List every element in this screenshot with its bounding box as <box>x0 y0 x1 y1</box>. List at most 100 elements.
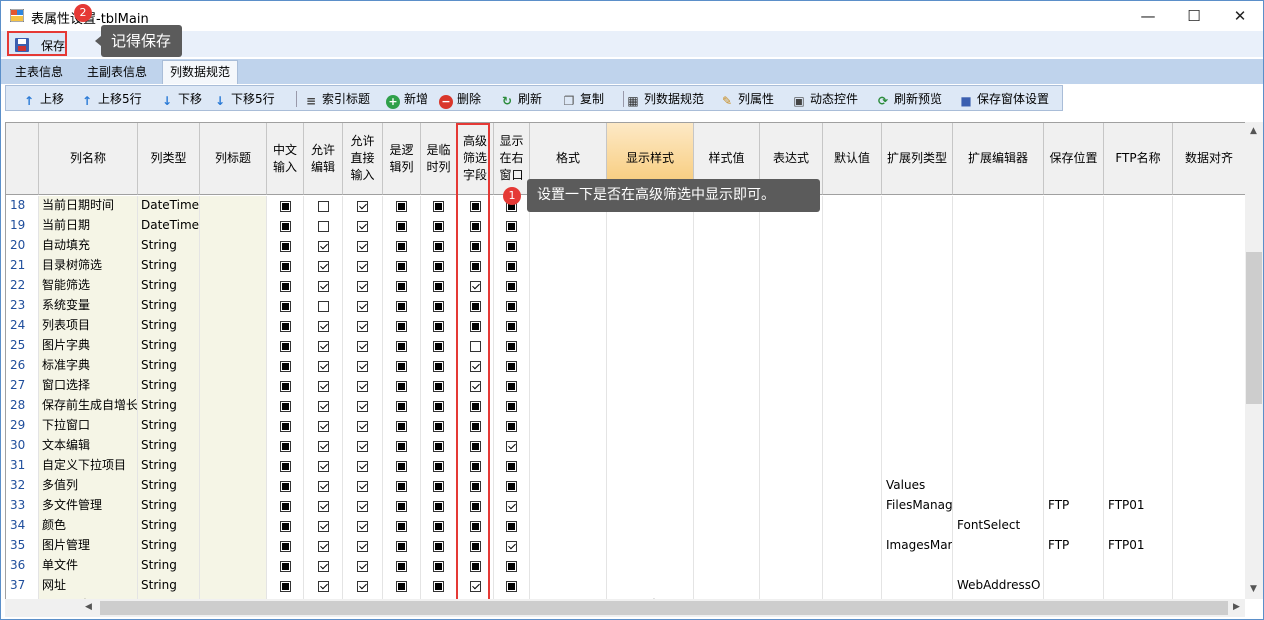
toolbar-button-4[interactable]: ↓ 下移5行 <box>213 90 275 108</box>
style-value-cell[interactable] <box>694 436 760 456</box>
column-header-7[interactable]: 是逻 辑列 <box>383 123 421 195</box>
column-name-cell[interactable]: 目录树筛选 <box>39 256 138 276</box>
column-title-cell[interactable] <box>200 476 267 496</box>
data-align-cell[interactable] <box>1173 576 1245 596</box>
checkbox[interactable] <box>506 520 517 532</box>
table-row[interactable]: 30 文本编辑 String <box>6 436 1245 456</box>
checkbox[interactable] <box>279 400 291 412</box>
checkbox[interactable] <box>279 260 291 272</box>
style-value-cell[interactable] <box>694 576 760 596</box>
format-cell[interactable] <box>530 396 607 416</box>
expression-cell[interactable] <box>760 536 823 556</box>
display-style-cell[interactable] <box>607 436 694 456</box>
ext-column-type-cell[interactable] <box>882 556 953 576</box>
ext-editor-cell[interactable] <box>953 256 1044 276</box>
checkbox[interactable] <box>469 540 481 552</box>
column-header-1[interactable]: 列名称 <box>39 123 138 195</box>
format-cell[interactable] <box>530 536 607 556</box>
checkbox-cell[interactable] <box>457 316 494 336</box>
checkbox[interactable] <box>433 400 444 412</box>
default-value-cell[interactable] <box>823 276 882 296</box>
column-header-15[interactable]: 默认值 <box>823 123 882 195</box>
column-type-cell[interactable]: String <box>138 456 200 476</box>
ext-editor-cell[interactable] <box>953 236 1044 256</box>
checkbox-cell[interactable] <box>421 216 457 236</box>
style-value-cell[interactable] <box>694 516 760 536</box>
checkbox-cell[interactable] <box>494 516 530 536</box>
checkbox-cell[interactable] <box>494 476 530 496</box>
column-name-cell[interactable]: 多值列 <box>39 476 138 496</box>
checkbox-cell[interactable] <box>421 256 457 276</box>
style-value-cell[interactable] <box>694 356 760 376</box>
column-type-cell[interactable]: String <box>138 236 200 256</box>
checkbox[interactable] <box>433 360 444 372</box>
checkbox-cell[interactable] <box>383 256 421 276</box>
checkbox[interactable] <box>396 240 407 252</box>
format-cell[interactable] <box>530 496 607 516</box>
checkbox-cell[interactable] <box>494 576 530 596</box>
checkbox[interactable] <box>433 320 444 332</box>
column-name-cell[interactable]: 系统变量 <box>39 296 138 316</box>
save-location-cell[interactable] <box>1044 556 1104 576</box>
scroll-down-icon[interactable]: ▼ <box>1250 584 1257 594</box>
checkbox-cell[interactable] <box>421 356 457 376</box>
checkbox-cell[interactable] <box>494 496 530 516</box>
expression-cell[interactable] <box>760 576 823 596</box>
checkbox-cell[interactable] <box>494 396 530 416</box>
ftp-name-cell[interactable]: FTP01 <box>1104 496 1173 516</box>
checkbox-cell[interactable] <box>343 316 383 336</box>
row-number[interactable]: 36 <box>6 556 39 576</box>
table-row[interactable]: 32 多值列 String Values <box>6 476 1245 496</box>
data-align-cell[interactable] <box>1173 256 1245 276</box>
format-cell[interactable] <box>530 376 607 396</box>
expression-cell[interactable] <box>760 256 823 276</box>
checkbox[interactable] <box>396 380 407 392</box>
checkbox-cell[interactable] <box>267 216 304 236</box>
checkbox-cell[interactable] <box>304 576 343 596</box>
checkbox-cell[interactable] <box>343 436 383 456</box>
checkbox[interactable] <box>396 360 407 372</box>
ext-column-type-cell[interactable] <box>882 396 953 416</box>
checkbox[interactable] <box>469 220 481 232</box>
checkbox[interactable] <box>396 260 407 272</box>
table-row[interactable]: 29 下拉窗口 String <box>6 416 1245 436</box>
column-title-cell[interactable] <box>200 276 267 296</box>
ext-column-type-cell[interactable] <box>882 436 953 456</box>
format-cell[interactable] <box>530 256 607 276</box>
ext-column-type-cell[interactable] <box>882 516 953 536</box>
close-button[interactable]: ✕ <box>1217 1 1263 31</box>
style-value-cell[interactable] <box>694 476 760 496</box>
style-value-cell[interactable] <box>694 236 760 256</box>
checkbox[interactable] <box>396 440 407 452</box>
expression-cell[interactable] <box>760 316 823 336</box>
checkbox[interactable] <box>317 520 329 532</box>
format-cell[interactable] <box>530 356 607 376</box>
checkbox-cell[interactable] <box>267 296 304 316</box>
column-type-cell[interactable]: String <box>138 576 200 596</box>
ftp-name-cell[interactable] <box>1104 216 1173 236</box>
checkbox-cell[interactable] <box>494 456 530 476</box>
checkbox-cell[interactable] <box>267 476 304 496</box>
checkbox[interactable] <box>279 480 291 492</box>
column-type-cell[interactable]: String <box>138 476 200 496</box>
default-value-cell[interactable] <box>823 436 882 456</box>
column-header-6[interactable]: 允许 直接 输入 <box>343 123 383 195</box>
checkbox[interactable] <box>317 420 329 432</box>
default-value-cell[interactable] <box>823 536 882 556</box>
horizontal-scroll-thumb[interactable] <box>100 601 1228 615</box>
ext-column-type-cell[interactable]: ImagesMar <box>882 536 953 556</box>
table-row[interactable]: 19 当前日期 DateTime <box>6 216 1245 236</box>
checkbox-cell[interactable] <box>383 296 421 316</box>
checkbox-cell[interactable] <box>421 376 457 396</box>
row-number[interactable]: 34 <box>6 516 39 536</box>
checkbox[interactable] <box>433 580 444 592</box>
display-style-cell[interactable] <box>607 316 694 336</box>
checkbox-cell[interactable] <box>494 216 530 236</box>
column-header-4[interactable]: 中文 输入 <box>267 123 304 195</box>
column-name-cell[interactable]: 图片字典 <box>39 336 138 356</box>
column-name-cell[interactable]: 颜色 <box>39 516 138 536</box>
column-title-cell[interactable] <box>200 296 267 316</box>
checkbox[interactable] <box>469 260 481 272</box>
checkbox[interactable] <box>357 200 368 212</box>
checkbox[interactable] <box>396 560 407 572</box>
